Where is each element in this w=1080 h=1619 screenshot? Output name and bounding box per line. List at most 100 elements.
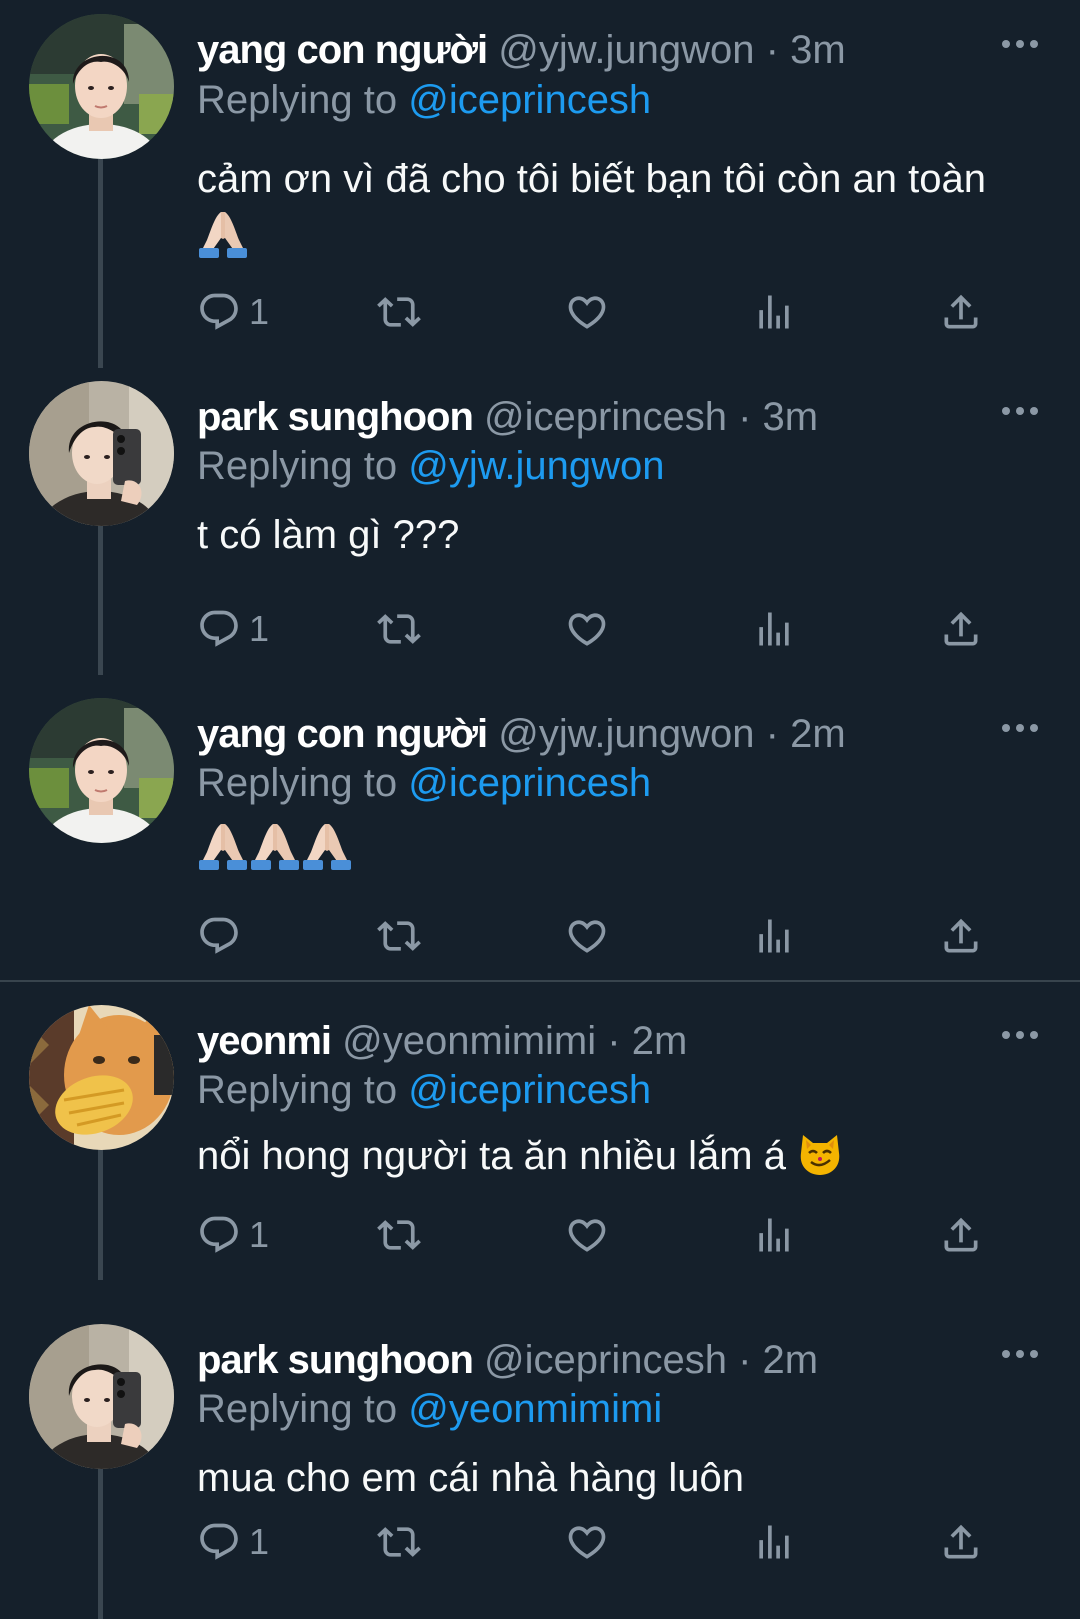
views-button[interactable] <box>752 604 796 654</box>
like-button[interactable] <box>565 1210 609 1260</box>
heart-icon <box>565 290 609 334</box>
avatar[interactable] <box>29 698 174 843</box>
share-icon <box>939 1520 983 1564</box>
retweet-button[interactable] <box>377 604 421 654</box>
more-options-icon[interactable] <box>1000 718 1040 738</box>
like-button[interactable] <box>565 911 609 961</box>
user-handle[interactable]: @yjw.jungwon <box>498 712 754 756</box>
share-button[interactable] <box>939 604 983 654</box>
share-button[interactable] <box>939 1517 983 1567</box>
user-handle[interactable]: @iceprincesh <box>484 395 727 439</box>
tweet[interactable]: park sunghoon @iceprincesh · 2m Replying… <box>0 1282 1080 1619</box>
avatar[interactable] <box>29 1005 174 1150</box>
retweet-button[interactable] <box>377 1210 421 1260</box>
reply-button[interactable]: 1 <box>197 1517 269 1567</box>
folded-hands-emoji-icon <box>197 208 249 260</box>
user-handle[interactable]: @yeonmimimi <box>342 1019 596 1063</box>
tweet-actions: 1 <box>197 1517 1037 1567</box>
user-handle[interactable]: @yjw.jungwon <box>498 28 754 72</box>
tweet-text-content: nổi hong người ta ăn nhiều lắm á <box>197 1134 786 1178</box>
reply-button[interactable]: 1 <box>197 287 269 337</box>
share-button[interactable] <box>939 911 983 961</box>
share-button[interactable] <box>939 1210 983 1260</box>
timestamp[interactable]: 3m <box>790 28 846 72</box>
share-icon <box>939 607 983 651</box>
replying-to-mention[interactable]: @iceprincesh <box>408 1068 651 1112</box>
display-name[interactable]: yang con người <box>197 712 488 756</box>
reply-icon <box>197 1213 241 1257</box>
tweet[interactable]: park sunghoon @iceprincesh · 3m Replying… <box>0 360 1080 670</box>
share-icon <box>939 914 983 958</box>
replying-to-mention[interactable]: @iceprincesh <box>408 78 651 122</box>
more-options-icon[interactable] <box>1000 34 1040 54</box>
separator-dot: · <box>765 712 779 756</box>
retweet-button[interactable] <box>377 1517 421 1567</box>
display-name[interactable]: park sunghoon <box>197 1338 474 1382</box>
tweet-header: park sunghoon @iceprincesh · 2m <box>197 1336 818 1384</box>
tweet-text <box>197 820 1047 878</box>
separator-dot: · <box>607 1019 621 1063</box>
replying-to-mention[interactable]: @yjw.jungwon <box>408 444 664 488</box>
views-button[interactable] <box>752 1517 796 1567</box>
heart-icon <box>565 914 609 958</box>
reply-icon <box>197 290 241 334</box>
retweet-icon <box>377 1213 421 1257</box>
reply-button[interactable]: 1 <box>197 1210 269 1260</box>
separator-dot: · <box>765 28 779 72</box>
tweet-text-content: mua cho em cái nhà hàng luôn <box>197 1456 745 1500</box>
views-button[interactable] <box>752 911 796 961</box>
display-name[interactable]: yang con người <box>197 28 488 72</box>
views-button[interactable] <box>752 1210 796 1260</box>
share-button[interactable] <box>939 287 983 337</box>
reply-count: 1 <box>249 291 270 332</box>
replying-to: Replying to @yeonmimimi <box>197 1385 662 1433</box>
tweet-text-content: cảm ơn vì đã cho tôi biết bạn tôi còn an… <box>197 157 986 201</box>
folded-hands-emoji-icon <box>197 820 249 872</box>
reply-button[interactable]: 1 <box>197 604 269 654</box>
like-button[interactable] <box>565 287 609 337</box>
tweet[interactable]: yang con người @yjw.jungwon · 3m Replyin… <box>0 0 1080 360</box>
smirking-cat-emoji-icon <box>797 1131 843 1177</box>
avatar-image <box>29 698 174 843</box>
more-options-icon[interactable] <box>1000 401 1040 421</box>
retweet-button[interactable] <box>377 911 421 961</box>
folded-hands-emoji-icon <box>249 820 301 872</box>
more-options-icon[interactable] <box>1000 1344 1040 1364</box>
reply-icon <box>197 914 241 958</box>
heart-icon <box>565 607 609 651</box>
replying-to-mention[interactable]: @iceprincesh <box>408 761 651 805</box>
reply-icon <box>197 1520 241 1564</box>
tweet-text-content: t có làm gì ??? <box>197 513 460 557</box>
reply-button[interactable] <box>197 911 241 961</box>
tweet[interactable]: yeonmi @yeonmimimi · 2m Replying to @ice… <box>0 982 1080 1282</box>
retweet-icon <box>377 290 421 334</box>
display-name[interactable]: park sunghoon <box>197 395 474 439</box>
replying-to: Replying to @iceprincesh <box>197 1066 651 1114</box>
heart-icon <box>565 1520 609 1564</box>
tweet-header: yang con người @yjw.jungwon · 2m <box>197 710 846 758</box>
avatar-image <box>29 1005 174 1150</box>
timestamp[interactable]: 2m <box>632 1019 688 1063</box>
retweet-button[interactable] <box>377 287 421 337</box>
display-name[interactable]: yeonmi <box>197 1019 332 1063</box>
like-button[interactable] <box>565 604 609 654</box>
share-icon <box>939 1213 983 1257</box>
like-button[interactable] <box>565 1517 609 1567</box>
tweet[interactable]: yang con người @yjw.jungwon · 2m Replyin… <box>0 670 1080 980</box>
avatar[interactable] <box>29 14 174 159</box>
views-button[interactable] <box>752 287 796 337</box>
replying-to: Replying to @yjw.jungwon <box>197 442 665 490</box>
views-icon <box>752 1520 796 1564</box>
avatar[interactable] <box>29 381 174 526</box>
timestamp[interactable]: 2m <box>790 712 846 756</box>
timestamp[interactable]: 2m <box>763 1338 819 1382</box>
more-options-icon[interactable] <box>1000 1025 1040 1045</box>
folded-hands-emoji-icon <box>301 820 353 872</box>
replying-to-mention[interactable]: @yeonmimimi <box>408 1387 662 1431</box>
replying-to-label: Replying to <box>197 78 398 122</box>
separator-dot: · <box>738 395 752 439</box>
user-handle[interactable]: @iceprincesh <box>484 1338 727 1382</box>
views-icon <box>752 1213 796 1257</box>
avatar[interactable] <box>29 1324 174 1469</box>
timestamp[interactable]: 3m <box>763 395 819 439</box>
